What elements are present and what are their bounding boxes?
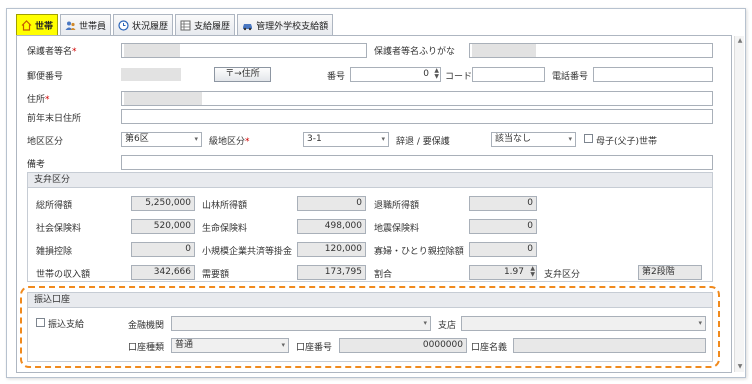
casualty-deduction-label: 雑損控除 — [36, 247, 73, 257]
ratio-label: 割合 — [374, 270, 393, 280]
support-section: 支弁区分 総所得額 5,250,000 山林所得額 0 退職所得額 0 社会保険… — [27, 172, 713, 282]
phone-field[interactable] — [593, 67, 713, 82]
demand-amount-label: 需要額 — [202, 270, 230, 280]
postal-to-address-button[interactable]: 〒→住所 — [214, 67, 271, 82]
tab-status-history[interactable]: 状況履歴 — [113, 14, 174, 36]
forest-income-label: 山林所得額 — [202, 201, 248, 211]
retirement-income-label: 退職所得額 — [374, 201, 420, 211]
tab-label: 世帯員 — [79, 22, 107, 32]
class-select[interactable]: 3-1 ▾ — [303, 132, 389, 147]
redacted-value — [124, 92, 202, 105]
chevron-down-icon: ▾ — [568, 135, 572, 143]
postal-code-label: 郵便番号 — [27, 72, 64, 82]
tab-household-members[interactable]: 世帯員 — [60, 14, 112, 36]
single-parent-checkbox[interactable] — [584, 134, 593, 143]
prev-address-label: 前年末日住所 — [27, 114, 82, 124]
household-income-label: 世帯の収入額 — [36, 270, 91, 280]
tab-external-school-payment[interactable]: 管理外学校支給額 — [237, 14, 334, 36]
withdraw-select[interactable]: 該当なし ▾ — [491, 132, 576, 147]
earthquake-insurance-field[interactable]: 0 — [469, 219, 537, 234]
guardian-kana-field[interactable] — [469, 43, 713, 58]
total-income-label: 総所得額 — [36, 201, 73, 211]
support-category-field[interactable]: 第2段階 — [638, 265, 702, 280]
redacted-value — [121, 68, 181, 81]
number-stepper[interactable]: 0 ▲ ▼ — [350, 67, 441, 82]
class-label: 級地区分* — [209, 137, 250, 147]
district-label: 地区区分 — [27, 137, 64, 147]
number-value: 0 — [423, 69, 429, 79]
social-insurance-label: 社会保険料 — [36, 224, 82, 234]
ratio-value: 1.97 — [503, 267, 524, 277]
number-label: 番号 — [327, 72, 346, 82]
postal-code-field[interactable] — [121, 67, 209, 82]
people-icon — [65, 20, 76, 31]
spinner-arrows-icon[interactable]: ▲ ▼ — [530, 266, 535, 278]
ratio-stepper[interactable]: 1.97 ▲ ▼ — [469, 265, 537, 280]
tab-label: 世帯 — [35, 22, 54, 32]
spinner-arrows-icon[interactable]: ▲ ▼ — [434, 68, 439, 80]
widow-deduction-field[interactable]: 0 — [469, 242, 537, 257]
forest-income-field[interactable]: 0 — [297, 196, 366, 211]
address-label: 住所* — [27, 95, 50, 105]
total-income-field[interactable]: 5,250,000 — [131, 196, 195, 211]
guardian-kana-label: 保護者等名ふりがな — [374, 47, 456, 57]
vertical-scrollbar[interactable]: ▲ ▼ — [734, 36, 744, 372]
guardian-name-field[interactable] — [121, 43, 367, 58]
small-business-mutual-aid-field[interactable]: 120,000 — [297, 242, 366, 257]
home-icon — [21, 20, 32, 31]
tab-payment-history[interactable]: 支給履歴 — [175, 14, 236, 36]
widow-deduction-label: 寡婦・ひとり親控除額 — [374, 247, 464, 257]
support-category-label: 支弁区分 — [544, 270, 581, 280]
prev-address-field[interactable] — [121, 109, 713, 124]
redacted-value — [472, 44, 536, 57]
phone-label: 電話番号 — [552, 72, 589, 82]
social-insurance-field[interactable]: 520,000 — [131, 219, 195, 234]
retirement-income-field[interactable]: 0 — [469, 196, 537, 211]
guardian-name-label: 保護者等名* — [27, 47, 77, 57]
tab-household[interactable]: 世帯 — [16, 14, 59, 36]
tab-label: 管理外学校支給額 — [256, 22, 329, 32]
district-select[interactable]: 第6区 ▾ — [121, 132, 202, 147]
small-business-mutual-aid-label: 小規模企業共済等掛金 — [202, 247, 293, 257]
life-insurance-label: 生命保険料 — [202, 224, 248, 234]
chevron-down-icon: ▾ — [194, 135, 198, 143]
earthquake-insurance-label: 地震保険料 — [374, 224, 420, 234]
remarks-label: 備考 — [27, 160, 46, 170]
scroll-up-icon[interactable]: ▲ — [735, 36, 745, 46]
life-insurance-field[interactable]: 498,000 — [297, 219, 366, 234]
code-label: コード — [445, 72, 473, 82]
household-income-field[interactable]: 342,666 — [131, 265, 195, 280]
remarks-field[interactable] — [121, 155, 713, 170]
chevron-down-icon: ▾ — [381, 135, 385, 143]
clock-icon — [118, 20, 129, 31]
demand-amount-field[interactable]: 173,795 — [297, 265, 366, 280]
redacted-value — [124, 44, 180, 57]
withdraw-label: 辞退 / 要保護 — [396, 137, 450, 147]
casualty-deduction-field[interactable]: 0 — [131, 242, 195, 257]
code-field[interactable] — [472, 67, 545, 82]
single-parent-label: 母子(父子)世帯 — [596, 137, 658, 147]
tab-bar: 世帯 世帯員 状況履歴 支給履歴 管理外学校支給額 — [16, 14, 335, 36]
scroll-down-icon[interactable]: ▼ — [735, 362, 745, 372]
support-section-header: 支弁区分 — [28, 173, 712, 188]
tab-label: 支給履歴 — [194, 22, 231, 32]
table-icon — [180, 20, 191, 31]
tab-label: 状況履歴 — [132, 22, 169, 32]
car-icon — [242, 20, 253, 31]
highlight-annotation — [20, 286, 720, 368]
address-field[interactable] — [121, 91, 713, 106]
